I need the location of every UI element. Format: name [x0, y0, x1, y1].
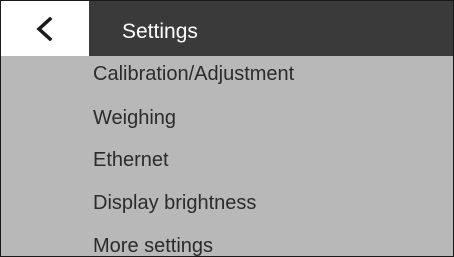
page-title: Settings [122, 20, 198, 43]
menu-item-more-settings[interactable]: More settings [93, 234, 213, 256]
settings-menu: Calibration/Adjustment Weighing Ethernet… [1, 56, 453, 256]
menu-item-display-brightness[interactable]: Display brightness [93, 191, 256, 215]
menu-item-calibration-adjustment[interactable]: Calibration/Adjustment [93, 62, 294, 86]
back-button[interactable] [1, 1, 89, 56]
settings-screen: Settings Calibration/Adjustment Weighing… [0, 0, 454, 257]
menu-item-weighing[interactable]: Weighing [93, 106, 176, 130]
header-bar: Settings [1, 1, 453, 56]
menu-item-ethernet[interactable]: Ethernet [93, 148, 169, 172]
chevron-left-icon [36, 16, 53, 41]
